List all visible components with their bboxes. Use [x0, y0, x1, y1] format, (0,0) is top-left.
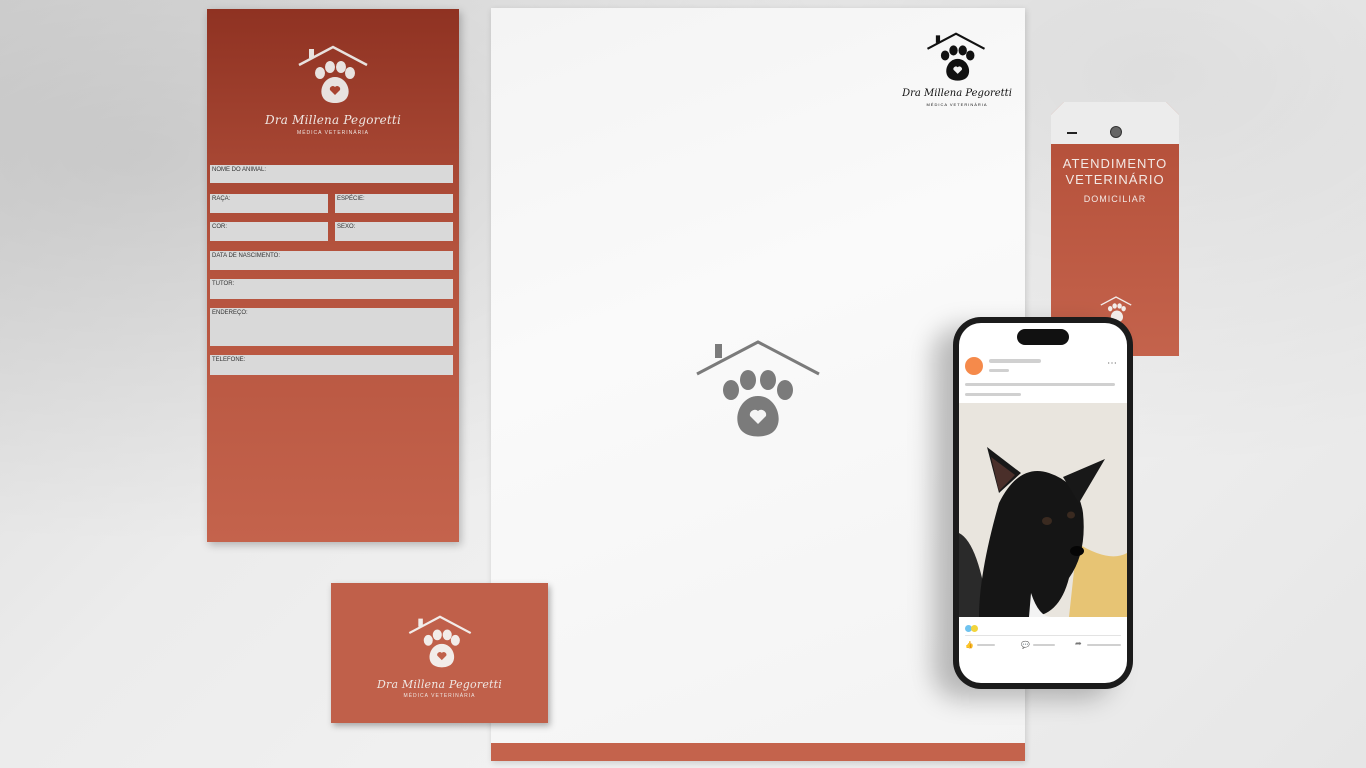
paw-house-logo-icon [408, 615, 472, 668]
business-card: Dra Millena Pegoretti MÉDICA VETERINÁRIA [331, 583, 548, 723]
share-label-placeholder [1087, 644, 1121, 646]
tag-title: ATENDIMENTO VETERINÁRIO [1051, 156, 1179, 188]
dynamic-island [1017, 329, 1069, 345]
letterhead-brand-name: Dra Millena Pegoretti [902, 88, 1012, 99]
letterhead-sheet: Dra Millena Pegoretti MÉDICA VETERINÁRIA [491, 8, 1025, 761]
black-puppy-image [959, 403, 1127, 617]
card-brand-name: Dra Millena Pegoretti [376, 678, 502, 691]
brand-name: Dra Millena Pegoretti [265, 113, 401, 127]
tag-hole [1110, 126, 1122, 138]
post-author-placeholder [989, 359, 1041, 363]
post-text-placeholder [965, 393, 1021, 396]
like-icon[interactable]: 👍 [965, 641, 974, 649]
tag-line1: ATENDIMENTO [1062, 156, 1168, 171]
card-brand-subtitle: MÉDICA VETERINÁRIA [403, 693, 476, 699]
address-field: ENDEREÇO: [210, 308, 453, 346]
post-meta-placeholder [989, 369, 1009, 372]
post-avatar[interactable] [965, 357, 983, 375]
tag-line3: DOMICILIAR [1083, 194, 1147, 204]
paw-house-watermark-icon [696, 340, 820, 437]
share-icon[interactable]: ➦ [1075, 639, 1082, 648]
letterhead-footer-band [491, 743, 1025, 761]
paw-house-logo-icon [298, 45, 368, 103]
post-text-placeholder [965, 383, 1115, 386]
patient-form-card: Dra Millena Pegoretti MÉDICA VETERINÁRIA… [207, 9, 459, 542]
sex-field: SEXO: [335, 222, 453, 241]
comment-icon[interactable]: 💬 [1021, 641, 1030, 649]
paw-house-logo-icon [926, 32, 986, 81]
reaction-haha-icon [971, 625, 978, 632]
like-label-placeholder [977, 644, 995, 646]
phone-screen: ⋯ 👍 💬 ➦ [959, 323, 1127, 683]
birth-date-field: DATA DE NASCIMENTO: [210, 251, 453, 270]
tag-dash [1067, 132, 1077, 134]
more-options-icon[interactable]: ⋯ [1107, 359, 1117, 369]
breed-field: RAÇA: [210, 194, 328, 213]
post-divider [965, 635, 1121, 636]
animal-name-field: NOME DO ANIMAL: [210, 165, 453, 183]
tag-line2: VETERINÁRIO [1065, 172, 1165, 187]
species-field: ESPÉCIE: [335, 194, 453, 213]
phone-field: TELEFONE: [210, 355, 453, 375]
comment-label-placeholder [1033, 644, 1055, 646]
post-photo[interactable] [959, 403, 1127, 617]
smartphone: ⋯ 👍 💬 ➦ [953, 317, 1133, 689]
letterhead-brand-subtitle: MÉDICA VETERINÁRIA [926, 102, 988, 107]
color-field: COR: [210, 222, 328, 241]
brand-subtitle: MÉDICA VETERINÁRIA [297, 130, 369, 136]
tutor-field: TUTOR: [210, 279, 453, 299]
